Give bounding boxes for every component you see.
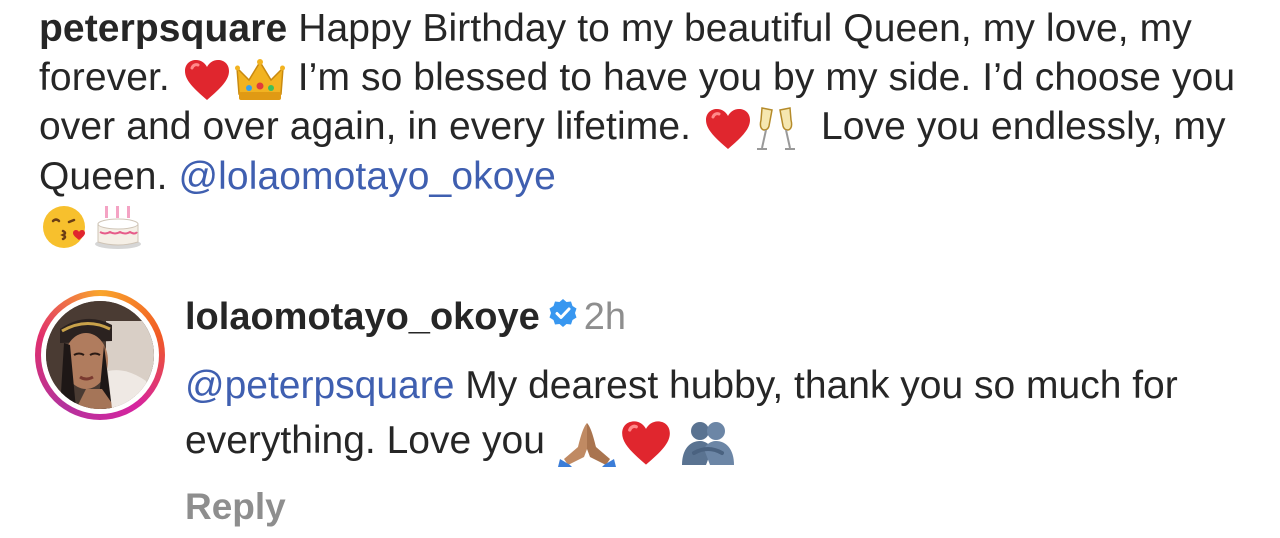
- reply-comment: lolaomotayo_okoye 2h @peterpsquare My de…: [35, 290, 1255, 530]
- heart-icon: [620, 419, 672, 467]
- reply-mention-link[interactable]: @peterpsquare: [185, 364, 454, 407]
- reply-header: lolaomotayo_okoye 2h: [185, 294, 626, 342]
- crown-icon: [234, 58, 285, 102]
- caption-username[interactable]: peterpsquare: [39, 7, 287, 50]
- kiss-face-icon: [41, 204, 89, 250]
- reply-timestamp: 2h: [583, 296, 627, 338]
- verified-badge-icon: [548, 293, 578, 339]
- praying-hands-icon: [557, 419, 616, 467]
- heart-icon: [183, 58, 231, 102]
- post-caption: peterpsquare Happy Birthday to my beauti…: [39, 4, 1239, 250]
- hugging-people-icon: [676, 419, 740, 467]
- birthday-cake-icon: [93, 204, 143, 250]
- reply-username[interactable]: lolaomotayo_okoye: [185, 296, 540, 338]
- heart-icon: [704, 107, 752, 151]
- avatar-photo: [46, 301, 154, 409]
- avatar[interactable]: [35, 290, 165, 420]
- champagne-icon: [756, 106, 796, 152]
- reply-body: @peterpsquare My dearest hubby, thank yo…: [185, 358, 1235, 468]
- caption-mention-link[interactable]: @lolaomotayo_okoye: [178, 155, 555, 198]
- reply-button[interactable]: Reply: [185, 486, 286, 528]
